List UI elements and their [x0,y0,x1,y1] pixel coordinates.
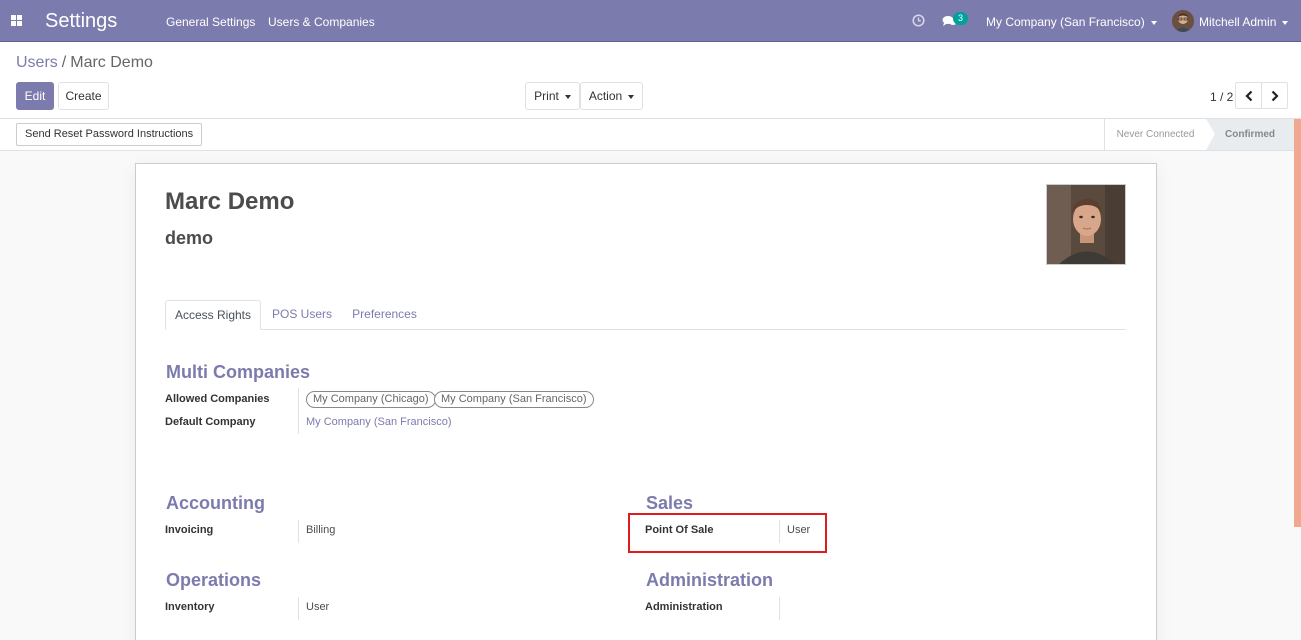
group-title-accounting: Accounting [166,493,265,513]
chevron-right-icon [1271,90,1279,102]
user-photo[interactable] [1046,184,1126,265]
tab-access-rights[interactable]: Access Rights [165,300,261,330]
caret-down-icon [1150,20,1157,25]
edit-button[interactable]: Edit [16,82,54,110]
pager-previous-button[interactable] [1235,82,1262,109]
breadcrumb: Users / Marc Demo [16,54,153,72]
control-panel: Users / Marc Demo Edit Create Print Action… [0,42,1301,119]
chat-count-badge: 3 [953,12,968,25]
tab-preferences[interactable]: Preferences [343,300,426,330]
pager-value[interactable]: 1 / 2 [1210,90,1233,104]
pager-next-button[interactable] [1261,82,1288,109]
field-divider [298,388,299,434]
user-name-title: Marc Demo [165,188,295,215]
field-label-default-company: Default Company [165,416,256,428]
field-label-administration: Administration [645,601,723,613]
stage-never-connected: Never Connected [1104,119,1206,150]
caret-down-icon [628,94,635,99]
print-dropdown-label: Print [534,89,559,103]
top-navbar: Settings General Settings Users & Compan… [0,0,1301,42]
field-label-invoicing: Invoicing [165,524,214,536]
tag-company-san-francisco[interactable]: My Company (San Francisco) [434,391,594,408]
menu-general-settings[interactable]: General Settings [166,15,255,29]
menu-users-companies[interactable]: Users & Companies [268,15,375,29]
field-label-allowed-companies: Allowed Companies [165,393,270,405]
breadcrumb-separator: / [61,54,67,71]
group-title-operations: Operations [166,570,262,590]
group-title-administration: Administration [646,570,774,590]
apps-menu-icon[interactable] [11,15,22,26]
tab-pos-users[interactable]: POS Users [262,300,342,330]
create-button[interactable]: Create [58,82,109,110]
stage-arrow [1206,119,1215,150]
caret-down-icon [1282,20,1289,25]
form-statusbar: Send Reset Password Instructions Never C… [0,119,1301,151]
scrollbar[interactable] [1294,119,1301,527]
field-divider [298,597,299,620]
group-title-sales: Sales [646,493,694,513]
inventory-value[interactable]: User [306,600,329,614]
user-menu-label: Mitchell Admin [1199,15,1277,29]
group-title-multi-companies: Multi Companies [166,362,311,382]
tag-company-chicago[interactable]: My Company (Chicago) [306,391,436,408]
field-divider [779,597,780,620]
stage-confirmed: Confirmed [1206,119,1294,150]
field-label-inventory: Inventory [165,601,215,613]
breadcrumb-current: Marc Demo [70,54,153,71]
clock-icon[interactable] [912,14,925,27]
caret-down-icon [564,94,571,99]
action-dropdown[interactable]: Action [580,82,643,110]
invoicing-value[interactable]: Billing [306,523,335,537]
user-avatar[interactable] [1172,10,1194,32]
company-switcher[interactable]: My Company (San Francisco) [986,15,1157,29]
app-title[interactable]: Settings [45,10,117,32]
user-login: demo [165,228,214,248]
send-reset-password-button[interactable]: Send Reset Password Instructions [16,123,203,146]
action-dropdown-label: Action [588,89,623,103]
default-company-link[interactable]: My Company (San Francisco) [306,415,452,429]
chevron-left-icon [1245,90,1253,102]
field-divider [298,520,299,543]
breadcrumb-users[interactable]: Users [16,54,58,71]
user-menu[interactable]: Mitchell Admin [1199,15,1289,29]
highlight-box [628,513,827,553]
print-dropdown[interactable]: Print [525,82,580,110]
company-switcher-label: My Company (San Francisco) [986,15,1145,29]
